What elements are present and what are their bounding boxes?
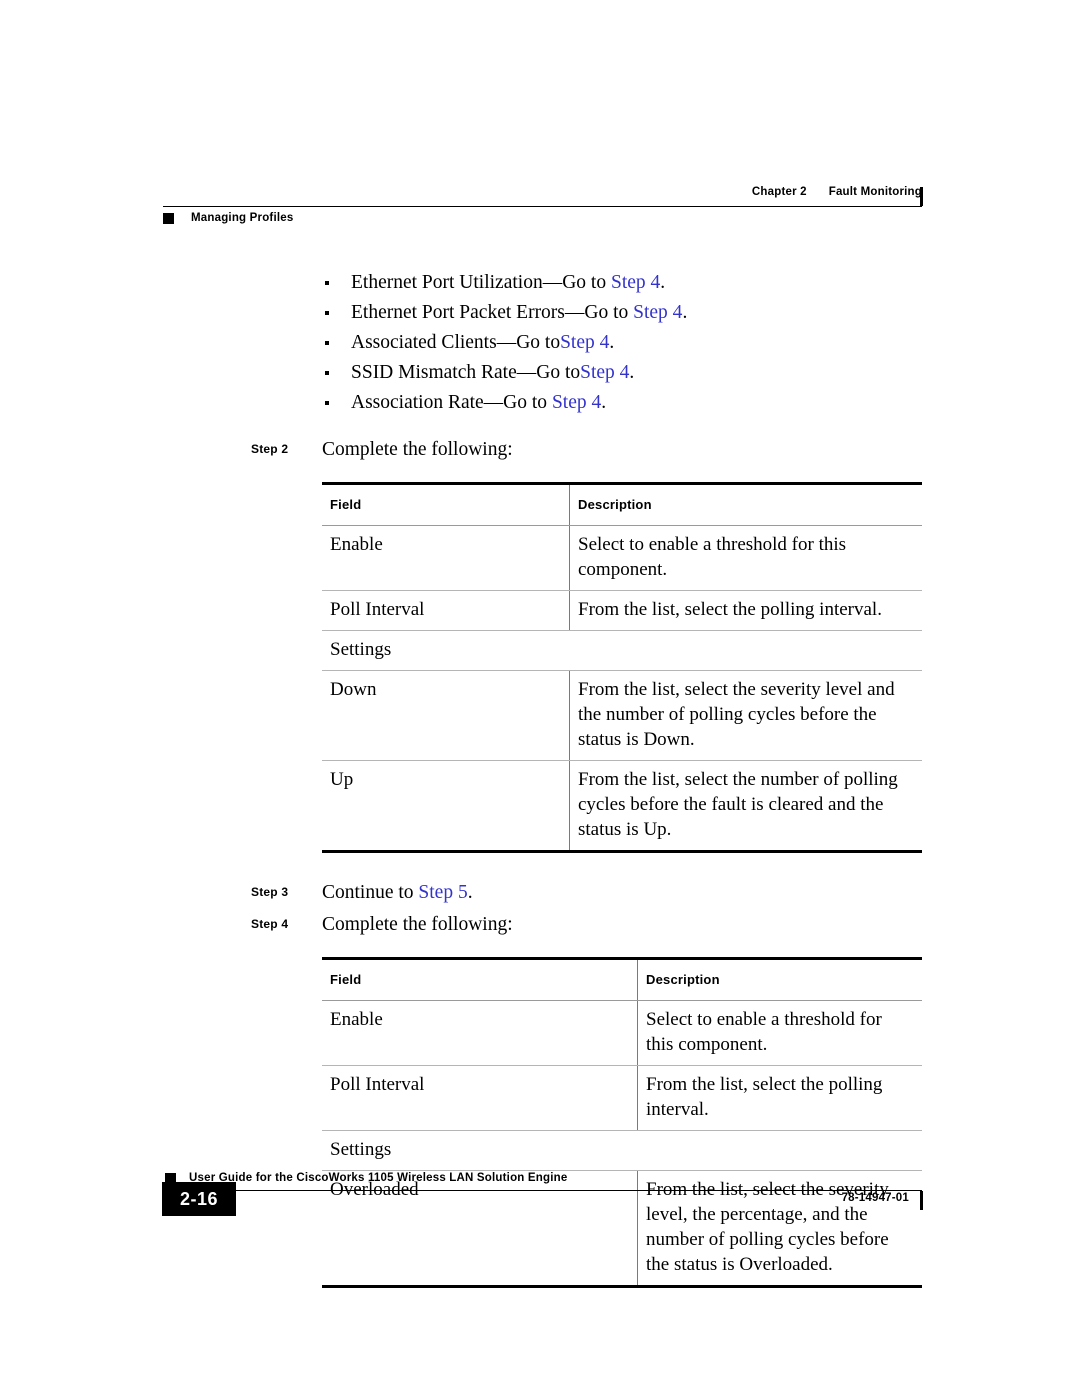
table-cell-field: Up xyxy=(322,760,570,853)
step-link[interactable]: Step 4 xyxy=(633,302,682,323)
table-cell-description: From the list, select the polling interv… xyxy=(637,1065,922,1131)
table-cell-description: From the list, select the number of poll… xyxy=(569,760,922,853)
step-link[interactable]: Step 4 xyxy=(560,332,609,353)
step-3-text-after: . xyxy=(467,882,473,903)
list-item-tail: . xyxy=(601,392,607,413)
bullet-dot-icon xyxy=(325,401,329,405)
step-3-row: Step 3 Continue to Step 5. xyxy=(251,879,1080,907)
page-header: Chapter 2 Fault Monitoring Managing Profi… xyxy=(163,186,923,224)
step-2-row: Step 2 Complete the following: xyxy=(251,436,1080,464)
bullet-dot-icon xyxy=(325,341,329,345)
settings-table-1: Field Description Enable Select to enabl… xyxy=(322,482,922,853)
table-cell-group-label: Settings xyxy=(322,1130,922,1171)
table-header-row: Field Description xyxy=(322,957,922,1001)
list-item-text: Associated Clients—Go to xyxy=(351,332,561,353)
table-cell-field: Down xyxy=(322,670,570,761)
list-item-tail: . xyxy=(609,332,615,353)
list-item: Ethernet Port Packet Errors—Go to Step 4… xyxy=(322,298,1080,328)
header-chapter-line: Chapter 2 Fault Monitoring xyxy=(163,186,923,206)
list-item-text: Ethernet Port Utilization—Go to xyxy=(351,272,611,293)
list-item: Ethernet Port Utilization—Go to Step 4. xyxy=(322,268,1080,298)
bullet-dot-icon xyxy=(325,371,329,375)
step-link[interactable]: Step 4 xyxy=(580,362,629,383)
table-header-description: Description xyxy=(637,957,922,1001)
table-cell-description: Select to enable a threshold for this co… xyxy=(569,525,922,591)
settings-table-2: Field Description Enable Select to enabl… xyxy=(322,957,922,1288)
list-item-text: Association Rate—Go to xyxy=(351,392,552,413)
step-3-text-before: Continue to xyxy=(322,882,419,903)
footer-guide-title: User Guide for the CiscoWorks 1105 Wirel… xyxy=(189,1172,568,1184)
page-content: Ethernet Port Utilization—Go to Step 4. … xyxy=(0,268,1080,1288)
list-item-text: Ethernet Port Packet Errors—Go to xyxy=(351,302,634,323)
table-header-description: Description xyxy=(569,482,922,526)
page-number: 2-16 xyxy=(162,1182,236,1216)
step-4-row: Step 4 Complete the following: xyxy=(251,911,1080,939)
table-header-field: Field xyxy=(322,482,570,526)
table-row-group-heading: Settings xyxy=(322,1130,922,1171)
step-link[interactable]: Step 5 xyxy=(418,882,467,903)
header-section-title: Managing Profiles xyxy=(191,212,294,224)
page-footer: User Guide for the CiscoWorks 1105 Wirel… xyxy=(162,1168,923,1228)
list-item: SSID Mismatch Rate—Go toStep 4. xyxy=(322,358,1080,388)
list-item-text: SSID Mismatch Rate—Go to xyxy=(351,362,581,383)
table-header-field: Field xyxy=(322,957,638,1001)
table-row: Enable Select to enable a threshold for … xyxy=(322,1000,922,1066)
table-cell-field: Enable xyxy=(322,1000,638,1066)
step-3-label: Step 3 xyxy=(251,885,289,899)
step-4-label: Step 4 xyxy=(251,917,289,931)
header-chapter-title: Fault Monitoring xyxy=(828,186,922,198)
table-row-group-heading: Settings xyxy=(322,630,922,671)
table-cell-description: From the list, select the severity level… xyxy=(569,670,922,761)
header-section-line: Managing Profiles xyxy=(163,207,293,229)
table-row: Poll Interval From the list, select the … xyxy=(322,590,922,631)
table-cell-description: Select to enable a threshold for this co… xyxy=(637,1000,922,1066)
table-row: Poll Interval From the list, select the … xyxy=(322,1065,922,1131)
step-link[interactable]: Step 4 xyxy=(611,272,660,293)
square-bullet-icon xyxy=(163,212,174,224)
table-cell-field: Enable xyxy=(322,525,570,591)
table-cell-group-label: Settings xyxy=(322,630,922,671)
bullet-dot-icon xyxy=(325,311,329,315)
document-page: Chapter 2 Fault Monitoring Managing Profi… xyxy=(0,0,1080,1397)
list-item-tail: . xyxy=(682,302,688,323)
footer-divider xyxy=(163,1190,922,1191)
step-2-label: Step 2 xyxy=(251,442,289,456)
list-item: Associated Clients—Go toStep 4. xyxy=(322,328,1080,358)
list-item: Association Rate—Go to Step 4. xyxy=(322,388,1080,418)
table-cell-description: From the list, select the polling interv… xyxy=(569,590,922,631)
bullet-dot-icon xyxy=(325,281,329,285)
list-item-tail: . xyxy=(660,272,666,293)
step-link[interactable]: Step 4 xyxy=(552,392,601,413)
table-row: Up From the list, select the number of p… xyxy=(322,760,922,853)
table-row: Down From the list, select the severity … xyxy=(322,670,922,761)
step-3-text: Continue to Step 5. xyxy=(322,882,473,903)
header-edge-tick-icon xyxy=(920,187,923,206)
table-header-row: Field Description xyxy=(322,482,922,526)
footer-edge-tick-icon xyxy=(920,1191,923,1210)
table-cell-field: Poll Interval xyxy=(322,590,570,631)
table-cell-field: Poll Interval xyxy=(322,1065,638,1131)
bullet-list: Ethernet Port Utilization—Go to Step 4. … xyxy=(0,268,1080,418)
document-number: 78-14947-01 xyxy=(841,1192,909,1204)
step-2-text: Complete the following: xyxy=(322,439,513,460)
step-4-text: Complete the following: xyxy=(322,914,513,935)
table-row: Enable Select to enable a threshold for … xyxy=(322,525,922,591)
header-chapter-number: Chapter 2 xyxy=(751,186,807,198)
list-item-tail: . xyxy=(629,362,635,383)
